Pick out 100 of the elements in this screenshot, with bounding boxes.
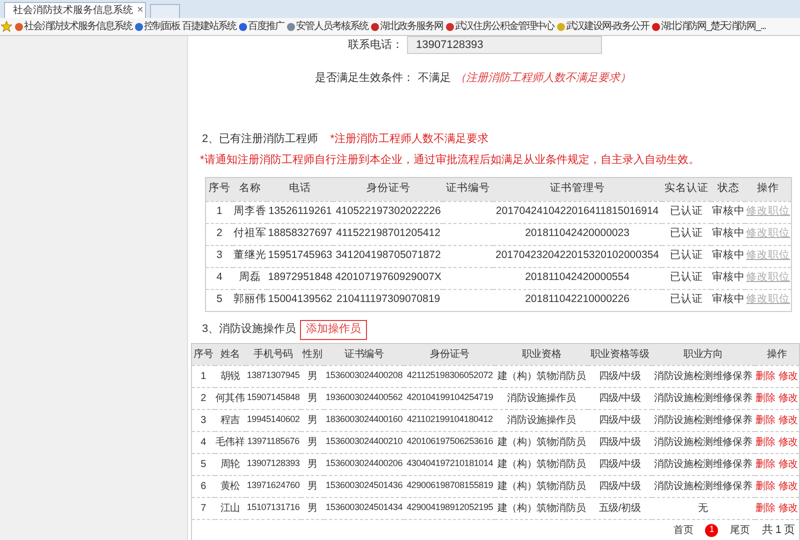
table-cell: 何其伟 xyxy=(214,387,246,409)
table-cell: 1936003024400562 xyxy=(324,387,404,409)
table-cell: 1 xyxy=(206,201,233,223)
edit-link[interactable]: 修改 xyxy=(778,414,798,426)
table-cell: 201811042210000226 xyxy=(492,289,662,311)
bookmark-link[interactable]: 武汉建设网-政务公开 xyxy=(556,19,650,34)
table-cell: 421125198306052072 xyxy=(404,365,496,387)
delete-link[interactable]: 删除 xyxy=(756,458,776,470)
edit-link[interactable]: 修改 xyxy=(778,480,798,492)
table-cell: 13871307945 xyxy=(246,365,302,387)
column-header: 姓名 xyxy=(214,343,246,365)
table-cell: 15951745963 xyxy=(266,245,334,267)
table-cell: 程吉 xyxy=(214,409,246,431)
close-button[interactable]: × xyxy=(137,5,144,16)
table-cell: 建（构）筑物消防员 xyxy=(495,497,588,519)
table-cell: 5 xyxy=(206,289,233,311)
column-header: 实名认证 xyxy=(662,177,712,201)
table-cell: 210411197309070819 xyxy=(333,289,444,311)
bookmark-link[interactable]: 武汉住房公积金管理中心 xyxy=(446,19,554,34)
table-cell: 审核中 xyxy=(711,223,746,245)
table-cell: 13526119261 xyxy=(266,201,334,223)
bookmark-link[interactable]: 安管人员考核系统 xyxy=(286,19,368,34)
table-cell: 男 xyxy=(301,387,324,409)
table-cell: 已认证 xyxy=(662,223,712,245)
table-cell: 四级/中级 xyxy=(588,387,652,409)
table-cell: 341204198705071872 xyxy=(333,245,444,267)
table-cell: 1536003024400210 xyxy=(324,431,404,453)
column-header: 手机号码 xyxy=(246,343,302,365)
table-cell: 付祖军 xyxy=(232,223,267,245)
table-cell: 201811042420000554 xyxy=(492,267,662,289)
add-operator-button[interactable]: 添加操作员 xyxy=(300,320,368,340)
page-number[interactable]: 1 xyxy=(705,524,718,536)
new-tab-button[interactable] xyxy=(150,4,180,18)
delete-link[interactable]: 删除 xyxy=(756,502,776,514)
table-cell: 消防设施检测维修保养 xyxy=(652,453,755,475)
delete-link[interactable]: 删除 xyxy=(756,414,776,426)
table-cell: 消防设施检测维修保养 xyxy=(652,365,755,387)
bookmark-link[interactable]: 百度推广 xyxy=(238,19,284,34)
table-cell: 男 xyxy=(301,475,324,497)
phone-field[interactable]: 13907128393 xyxy=(407,36,602,54)
table-cell: 410522197302022226 xyxy=(333,201,444,223)
table-cell: 201811042420000023 xyxy=(492,223,662,245)
browser-tab[interactable]: 社会消防技术服务信息系统 × xyxy=(4,2,146,18)
column-header: 操作 xyxy=(745,177,792,201)
table-cell: 420106197506253616 xyxy=(404,431,496,453)
bookmark-link[interactable]: 社会消防技术服务信息系统 xyxy=(15,19,132,34)
bookmark-link[interactable]: 控制面板 百捷建站系统 xyxy=(135,19,236,34)
table-cell: 已认证 xyxy=(662,267,712,289)
column-header: 证书编号 xyxy=(443,177,493,201)
table-cell: 4 xyxy=(206,267,233,289)
delete-link[interactable]: 删除 xyxy=(756,436,776,448)
edit-link[interactable]: 修改 xyxy=(778,370,798,382)
edit-link[interactable]: 修改 xyxy=(778,458,798,470)
table-cell: 审核中 xyxy=(711,267,746,289)
table-cell: 18858327697 xyxy=(266,223,334,245)
table-cell: 审核中 xyxy=(711,245,746,267)
table-cell: 建（构）筑物消防员 xyxy=(495,431,588,453)
table-cell: 董继光 xyxy=(232,245,267,267)
column-header: 名称 xyxy=(232,177,267,201)
page-total: 共 1 页 xyxy=(762,522,795,538)
table-cell: 2 xyxy=(206,223,233,245)
column-header: 身份证号 xyxy=(404,343,496,365)
table-cell: 421102199104180412 xyxy=(404,409,496,431)
field-label: 联系电话： xyxy=(348,38,403,53)
delete-link[interactable]: 删除 xyxy=(756,480,776,492)
table-cell: 已认证 xyxy=(662,245,712,267)
column-header: 证书编号 xyxy=(324,343,404,365)
table-cell: 男 xyxy=(301,365,324,387)
star-icon xyxy=(1,21,12,32)
table-cell: 四级/中级 xyxy=(588,475,652,497)
table-cell: 1536003024501436 xyxy=(324,475,404,497)
column-header: 职业资格 xyxy=(495,343,588,365)
warning-text: *注册消防工程师人数不满足要求 xyxy=(330,132,488,146)
table-cell: 6 xyxy=(192,475,215,497)
bookmark-link[interactable]: 湖北政务服务网 xyxy=(370,19,443,34)
table-cell: 男 xyxy=(301,431,324,453)
edit-link[interactable]: 修改 xyxy=(778,392,798,404)
table-cell: 3 xyxy=(192,409,215,431)
table-cell: 男 xyxy=(301,453,324,475)
delete-link[interactable]: 删除 xyxy=(756,370,776,382)
bookmark-link[interactable]: 湖北消防网_楚天消防网_... xyxy=(652,19,766,34)
table-cell: 建（构）筑物消防员 xyxy=(495,453,588,475)
table-cell: 无 xyxy=(652,497,755,519)
table-cell: 19945140602 xyxy=(246,409,302,431)
delete-link[interactable]: 删除 xyxy=(756,392,776,404)
column-header: 状态 xyxy=(711,177,746,201)
table-cell: 420104199104254719 xyxy=(404,387,496,409)
table-cell: 消防设施检测维修保养 xyxy=(652,431,755,453)
table-cell: 3 xyxy=(206,245,233,267)
column-header: 证书管理号 xyxy=(492,177,662,201)
table-cell: 7 xyxy=(192,497,215,519)
table-cell: 1836003024400160 xyxy=(324,409,404,431)
section-heading: 2、已有注册消防工程师 xyxy=(202,132,318,146)
edit-link[interactable]: 修改 xyxy=(778,436,798,448)
table-cell: 消防设施操作员 xyxy=(495,409,588,431)
condition-note: （注册消防工程师人数不满足要求） xyxy=(455,70,631,86)
last-page-link[interactable]: 尾页 xyxy=(730,522,750,538)
table-cell: 消防设施检测维修保养 xyxy=(652,387,755,409)
edit-link[interactable]: 修改 xyxy=(778,502,798,514)
first-page-link[interactable]: 首页 xyxy=(674,522,694,538)
